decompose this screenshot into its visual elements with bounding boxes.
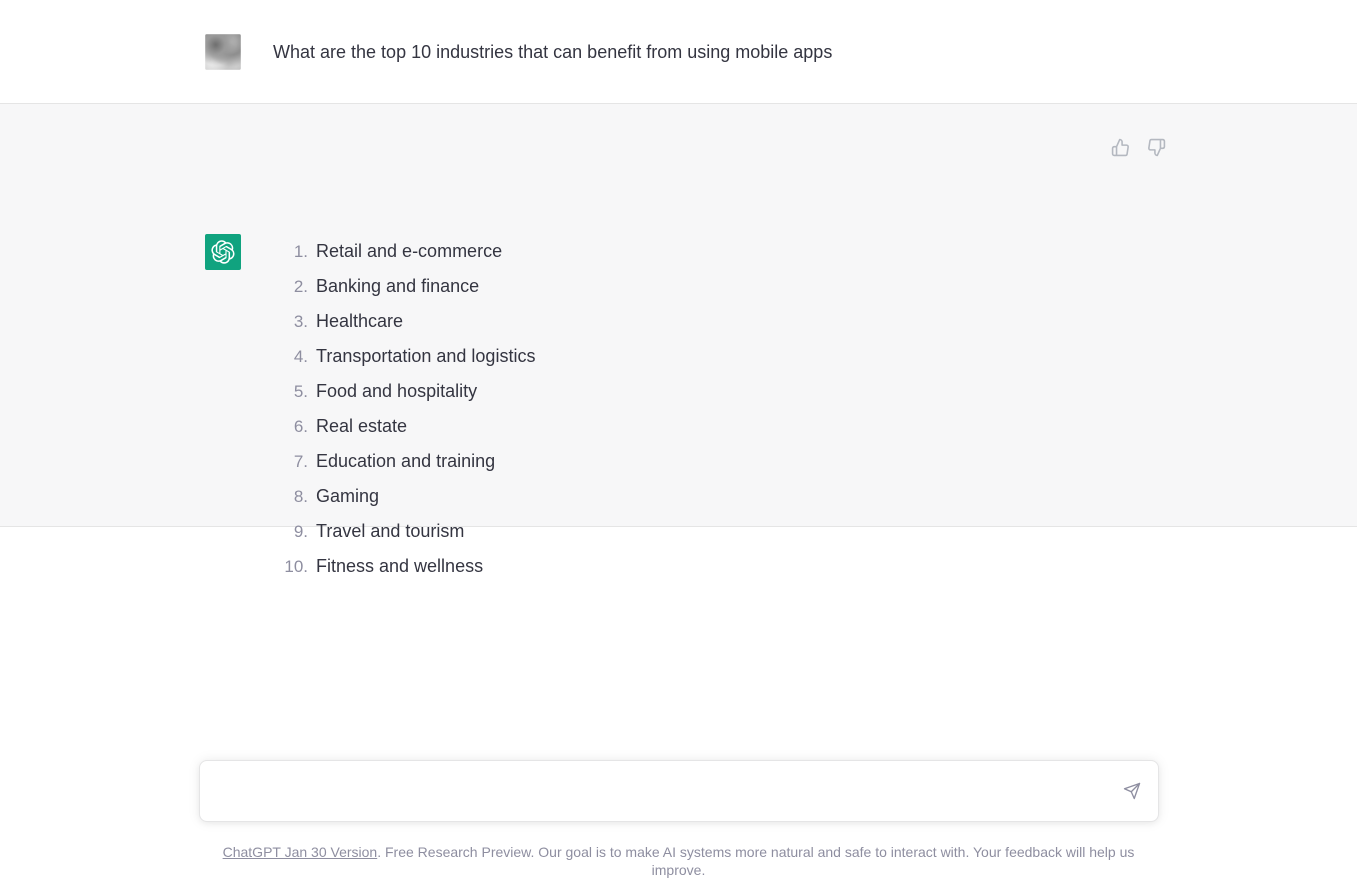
industries-list: 1. Retail and e-commerce 2. Banking and fin…	[273, 234, 1357, 584]
footer-disclaimer: ChatGPT Jan 30 Version. Free Research Pr…	[199, 843, 1159, 879]
list-item-number: 8.	[293, 487, 308, 506]
list-item-label: Travel and tourism	[316, 521, 465, 541]
composer-area: ChatGPT Jan 30 Version. Free Research Pr…	[0, 760, 1357, 879]
feedback-actions	[1109, 136, 1167, 158]
list-item-label: Healthcare	[316, 311, 404, 331]
assistant-avatar	[205, 234, 241, 270]
list-item: 2. Banking and finance	[273, 269, 1357, 304]
thumbs-down-icon[interactable]	[1145, 136, 1167, 158]
chatgpt-logo-icon	[205, 234, 241, 270]
footer-text: . Free Research Preview. Our goal is to …	[377, 844, 1135, 878]
list-item-number: 9.	[293, 522, 308, 541]
user-avatar	[205, 33, 241, 70]
list-item-label: Real estate	[316, 416, 408, 436]
list-item-number: 3.	[293, 312, 308, 331]
version-link[interactable]: ChatGPT Jan 30 Version	[223, 844, 378, 860]
list-item: 4. Transportation and logistics	[273, 339, 1357, 374]
list-item-number: 10.	[284, 557, 308, 576]
list-item: 3. Healthcare	[273, 304, 1357, 339]
list-item-number: 5.	[293, 382, 308, 401]
list-item-label: Transportation and logistics	[316, 346, 536, 366]
list-item-number: 1.	[293, 242, 308, 261]
list-item-number: 2.	[293, 277, 308, 296]
list-item: 10. Fitness and wellness	[273, 549, 1357, 584]
list-item: 5. Food and hospitality	[273, 374, 1357, 409]
composer-wrapper: ChatGPT Jan 30 Version. Free Research Pr…	[198, 760, 1159, 879]
user-message-text: What are the top 10 industries that can …	[273, 41, 833, 62]
list-item: 6. Real estate	[273, 409, 1357, 444]
list-item-number: 4.	[293, 347, 308, 366]
list-item-label: Banking and finance	[316, 276, 480, 296]
list-item: 8. Gaming	[273, 479, 1357, 514]
conversation-thread: What are the top 10 industries that can …	[0, 0, 1357, 576]
message-input[interactable]	[215, 761, 1106, 821]
list-item: 7. Education and training	[273, 444, 1357, 479]
send-paper-plane-icon[interactable]	[1118, 777, 1146, 805]
composer-box[interactable]	[198, 760, 1159, 822]
list-item-number: 7.	[293, 452, 308, 471]
list-item-label: Education and training	[316, 451, 496, 471]
list-item: 9. Travel and tourism	[273, 514, 1357, 549]
assistant-message-body: 1. Retail and e-commerce 2. Banking and fin…	[241, 234, 1357, 584]
list-item-label: Retail and e-commerce	[316, 241, 503, 261]
thumbs-up-icon[interactable]	[1109, 136, 1131, 158]
user-photo-avatar	[205, 33, 241, 70]
assistant-message-row: 1. Retail and e-commerce 2. Banking and fin…	[0, 103, 1357, 576]
list-item: 1. Retail and e-commerce	[273, 234, 1357, 269]
list-item-label: Gaming	[316, 486, 380, 506]
user-message-body: What are the top 10 industries that can …	[241, 39, 1357, 65]
list-item-label: Food and hospitality	[316, 381, 478, 401]
user-message-row: What are the top 10 industries that can …	[0, 0, 1357, 103]
list-item-label: Fitness and wellness	[316, 556, 484, 576]
list-item-number: 6.	[293, 417, 308, 436]
